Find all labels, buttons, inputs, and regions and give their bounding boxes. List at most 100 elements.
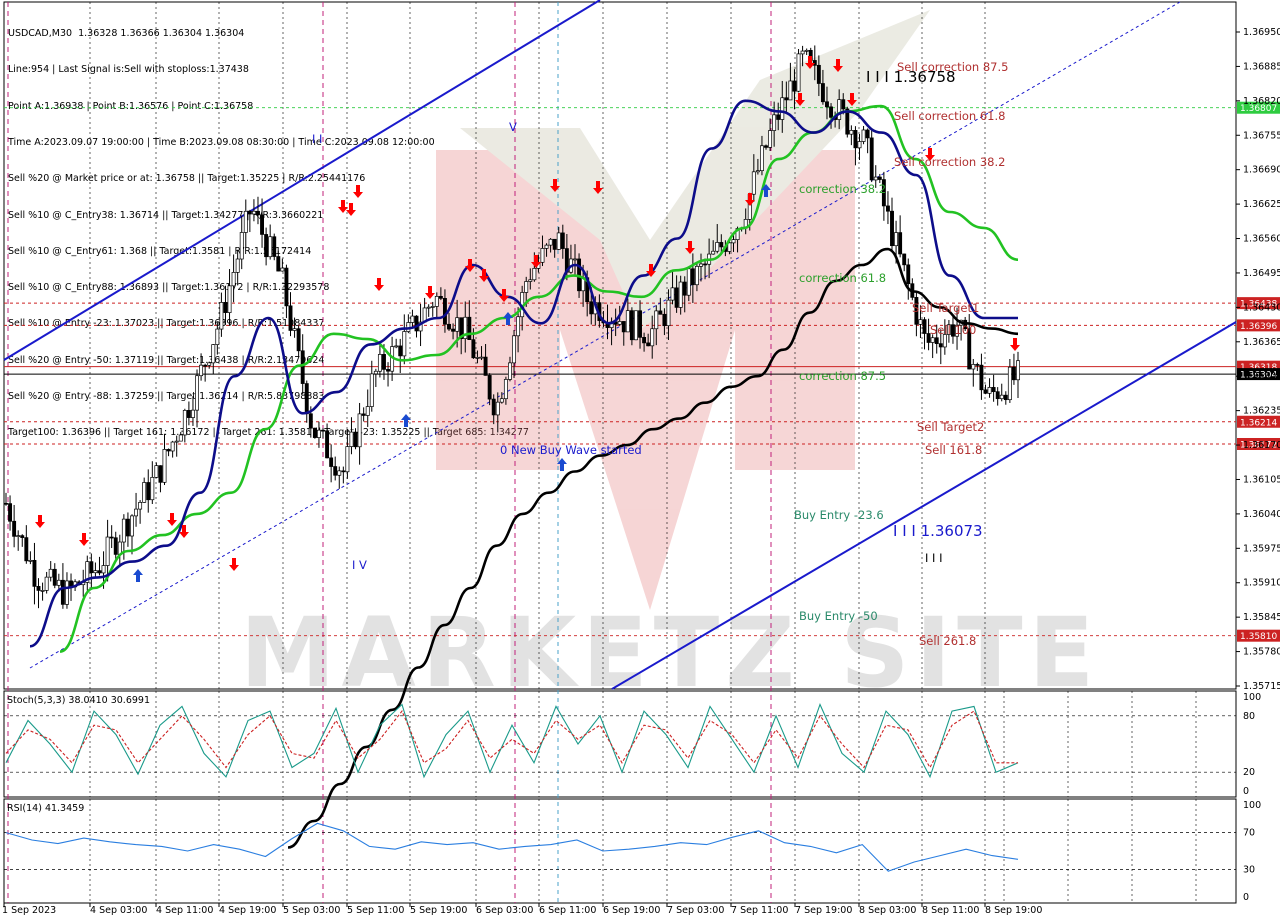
candle [20,534,25,547]
candle [199,353,204,381]
x-tick-label: 8 Sep 19:00 [985,905,1042,916]
oscillator-tick-label: 20 [1243,767,1255,778]
buy-arrow-icon [401,414,411,427]
chart-annotation: Buy Entry -50 [799,609,878,623]
candle [890,197,894,251]
x-tick-label: 4 Sep 03:00 [90,905,147,916]
price-chart[interactable]: MARKETZ SITE 1.368071.364381.363961.3631… [0,0,1280,920]
x-tick-label: 1 Sep 2023 [2,905,56,916]
candle [341,466,346,484]
chart-annotation: correction 87.5 [799,369,886,383]
candle [353,428,358,450]
chart-annotation: Sell Target1 [912,301,979,315]
candle [97,556,102,576]
candle [1007,358,1012,403]
candle [357,402,362,465]
x-tick-label: 7 Sep 19:00 [795,905,852,916]
candle [361,407,366,422]
candle [40,582,45,601]
y-tick-label: 1.36430 [1243,302,1280,313]
candle [243,199,248,248]
candle [349,417,354,455]
candle [154,462,159,479]
x-tick-label: 8 Sep 03:00 [859,905,916,916]
candle [906,258,911,300]
candle [999,383,1004,402]
candle [4,492,8,506]
price-level-tag-label: 1.36214 [1240,418,1277,428]
candle [268,224,273,260]
oscillator-tick-label: 0 [1243,786,1249,797]
y-tick-label: 1.36365 [1243,337,1280,348]
candle [276,250,281,272]
candle [373,368,378,388]
chart-annotation: correction 38.2 [799,182,886,196]
candle [377,343,382,378]
y-tick-label: 1.35845 [1243,612,1280,623]
candle [902,253,907,272]
candle [48,561,53,582]
candle [178,431,183,442]
stoch-title: Stoch(5,3,3) 38.0410 30.6991 [7,695,150,706]
candle [134,492,139,527]
candle [28,551,33,565]
x-tick-label: 7 Sep 11:00 [731,905,788,916]
y-tick-label: 1.36170 [1243,440,1280,451]
y-tick-label: 1.35715 [1243,681,1280,692]
candle [337,466,342,489]
oscillator-tick-label: 70 [1243,828,1255,839]
buy-arrow-icon [133,569,143,582]
chart-annotation: correction 61.8 [799,271,886,285]
candle [195,369,199,428]
candle [272,233,277,261]
candle [93,562,98,578]
candle [16,530,21,551]
watermark-text: MARKETZ SITE [240,597,1100,709]
candle [138,500,143,524]
sell-arrow-icon [1010,338,1020,351]
candle [402,314,407,365]
candle [922,317,927,350]
candle [32,542,37,605]
candle [215,322,220,355]
y-tick-label: 1.36105 [1243,474,1280,485]
candle [430,301,435,317]
y-tick-label: 1.36755 [1243,130,1280,141]
sell-arrow-icon [338,200,348,213]
candle [203,363,208,382]
chart-annotation: I I I 1.36073 [893,522,983,540]
candle [146,469,151,513]
x-tick-label: 6 Sep 11:00 [539,905,596,916]
sell-arrow-icon [353,185,363,198]
candle [158,465,163,493]
candle [109,525,114,549]
candle [239,215,244,270]
candle [369,360,374,412]
candle [910,278,915,301]
candle [1016,351,1020,398]
candle [333,456,338,481]
candle [804,48,809,55]
x-tick-label: 4 Sep 11:00 [156,905,213,916]
chart-annotation: Sell correction 38.2 [894,155,1005,169]
y-tick-label: 1.36300 [1243,371,1280,382]
candle [983,384,988,395]
x-tick-label: 5 Sep 11:00 [347,905,404,916]
sell-arrow-icon [167,513,177,526]
oscillator-series-line [5,710,1018,769]
y-tick-label: 1.35975 [1243,543,1280,554]
candle [422,297,427,324]
candle [24,525,29,564]
candle [235,249,240,286]
candle [170,440,175,458]
sell-arrow-icon [79,533,89,546]
candle [398,338,403,373]
y-tick-label: 1.36690 [1243,165,1280,176]
x-tick-label: 5 Sep 19:00 [410,905,467,916]
candle [211,344,216,374]
candle [861,125,866,145]
chart-annotation: Sell 161.8 [925,443,982,457]
chart-annotation: I I I 1.36758 [866,68,956,86]
candle [166,448,171,457]
sell-arrow-icon [35,515,45,528]
